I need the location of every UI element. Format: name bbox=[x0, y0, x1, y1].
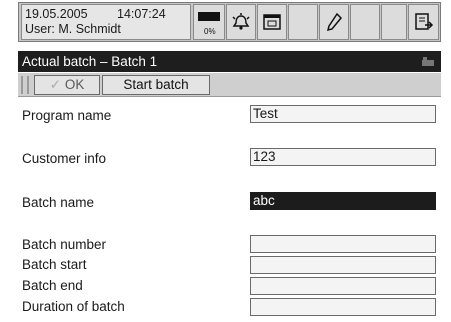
app-window: 19.05.2005 14:07:24 User: M. Schmidt 0% bbox=[0, 0, 451, 322]
window-icon bbox=[263, 14, 281, 30]
customer-info-label: Customer info bbox=[22, 151, 107, 166]
ok-label: OK bbox=[64, 77, 85, 92]
start-batch-label: Start batch bbox=[123, 77, 189, 92]
edit-button[interactable] bbox=[319, 4, 349, 40]
batch-name-field[interactable]: abc bbox=[250, 192, 436, 210]
program-name-field[interactable]: Test bbox=[250, 105, 436, 123]
datetime-panel: 19.05.2005 14:07:24 User: M. Schmidt bbox=[21, 4, 191, 40]
user-text: User: M. Schmidt bbox=[25, 22, 121, 36]
checkmark-icon: ✓ bbox=[49, 77, 61, 92]
batch-end-field[interactable] bbox=[250, 277, 436, 295]
batch-number-field[interactable] bbox=[250, 235, 436, 253]
window-button[interactable] bbox=[257, 4, 287, 40]
time-text: 14:07:24 bbox=[117, 7, 166, 21]
export-icon bbox=[414, 13, 433, 30]
batch-form: Program name Test Customer info 123 Batc… bbox=[18, 98, 441, 320]
machine-icon bbox=[422, 57, 434, 66]
empty-slot-2[interactable] bbox=[350, 4, 380, 40]
level-indicator[interactable]: 0% bbox=[193, 4, 225, 40]
batch-start-field[interactable] bbox=[250, 256, 436, 274]
program-name-label: Program name bbox=[22, 108, 112, 123]
duration-label: Duration of batch bbox=[22, 299, 125, 314]
empty-slot-1[interactable] bbox=[288, 4, 318, 40]
batch-end-label: Batch end bbox=[22, 278, 83, 293]
window-title: Actual batch – Batch 1 bbox=[22, 54, 158, 69]
date-text: 19.05.2005 bbox=[25, 7, 88, 21]
export-button[interactable] bbox=[408, 4, 439, 40]
window-title-bar: Actual batch – Batch 1 bbox=[18, 51, 441, 72]
toolbar-grip[interactable] bbox=[21, 76, 29, 94]
empty-slot-3[interactable] bbox=[381, 4, 407, 40]
start-batch-button[interactable]: Start batch bbox=[102, 75, 210, 95]
customer-info-field[interactable]: 123 bbox=[250, 148, 436, 166]
pencil-icon bbox=[326, 12, 343, 32]
alarm-bell-icon bbox=[232, 13, 250, 30]
batch-number-label: Batch number bbox=[22, 237, 107, 252]
duration-field[interactable] bbox=[250, 298, 436, 316]
ok-button[interactable]: ✓ OK bbox=[34, 75, 100, 95]
batch-start-label: Batch start bbox=[22, 257, 87, 272]
batch-name-label: Batch name bbox=[22, 195, 95, 210]
alarm-button[interactable] bbox=[226, 4, 256, 40]
status-bar: 19.05.2005 14:07:24 User: M. Schmidt 0% bbox=[18, 2, 441, 42]
level-indicator-icon: 0% bbox=[198, 12, 220, 36]
toolbar: ✓ OK Start batch bbox=[18, 73, 441, 97]
level-text: 0% bbox=[204, 27, 216, 36]
